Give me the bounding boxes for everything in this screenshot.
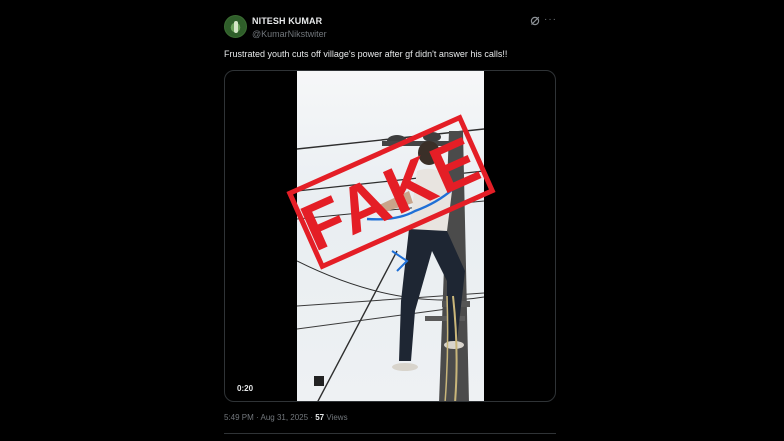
tweet-date[interactable]: Aug 31, 2025: [260, 413, 308, 422]
author-handle[interactable]: @KumarNikstwiter: [252, 29, 327, 39]
views-count: 57: [315, 413, 325, 422]
grok-icon[interactable]: [530, 16, 540, 26]
stamp-text: FAKE: [290, 121, 492, 265]
author-name[interactable]: NITESH KUMAR: [252, 16, 322, 26]
divider: [224, 433, 556, 434]
more-icon[interactable]: ···: [544, 15, 558, 25]
tweet-time[interactable]: 5:49 PM: [224, 413, 254, 422]
tweet-header: NITESH KUMAR @KumarNikstwiter ···: [224, 12, 556, 42]
meta-separator: ·: [256, 413, 259, 422]
tweet-card: NITESH KUMAR @KumarNikstwiter ··· Frustr…: [224, 12, 556, 422]
views-label: Views: [326, 413, 348, 422]
video-duration: 0:20: [237, 384, 254, 393]
video-player[interactable]: FAKE 0:20: [224, 70, 556, 402]
tweet-text: Frustrated youth cuts off village's powe…: [224, 49, 508, 59]
tweet-meta: 5:49 PM · Aug 31, 2025 · 57 Views: [224, 413, 348, 422]
avatar[interactable]: [224, 15, 247, 38]
meta-separator-2: ·: [310, 413, 313, 422]
fake-stamp: FAKE: [286, 114, 496, 270]
